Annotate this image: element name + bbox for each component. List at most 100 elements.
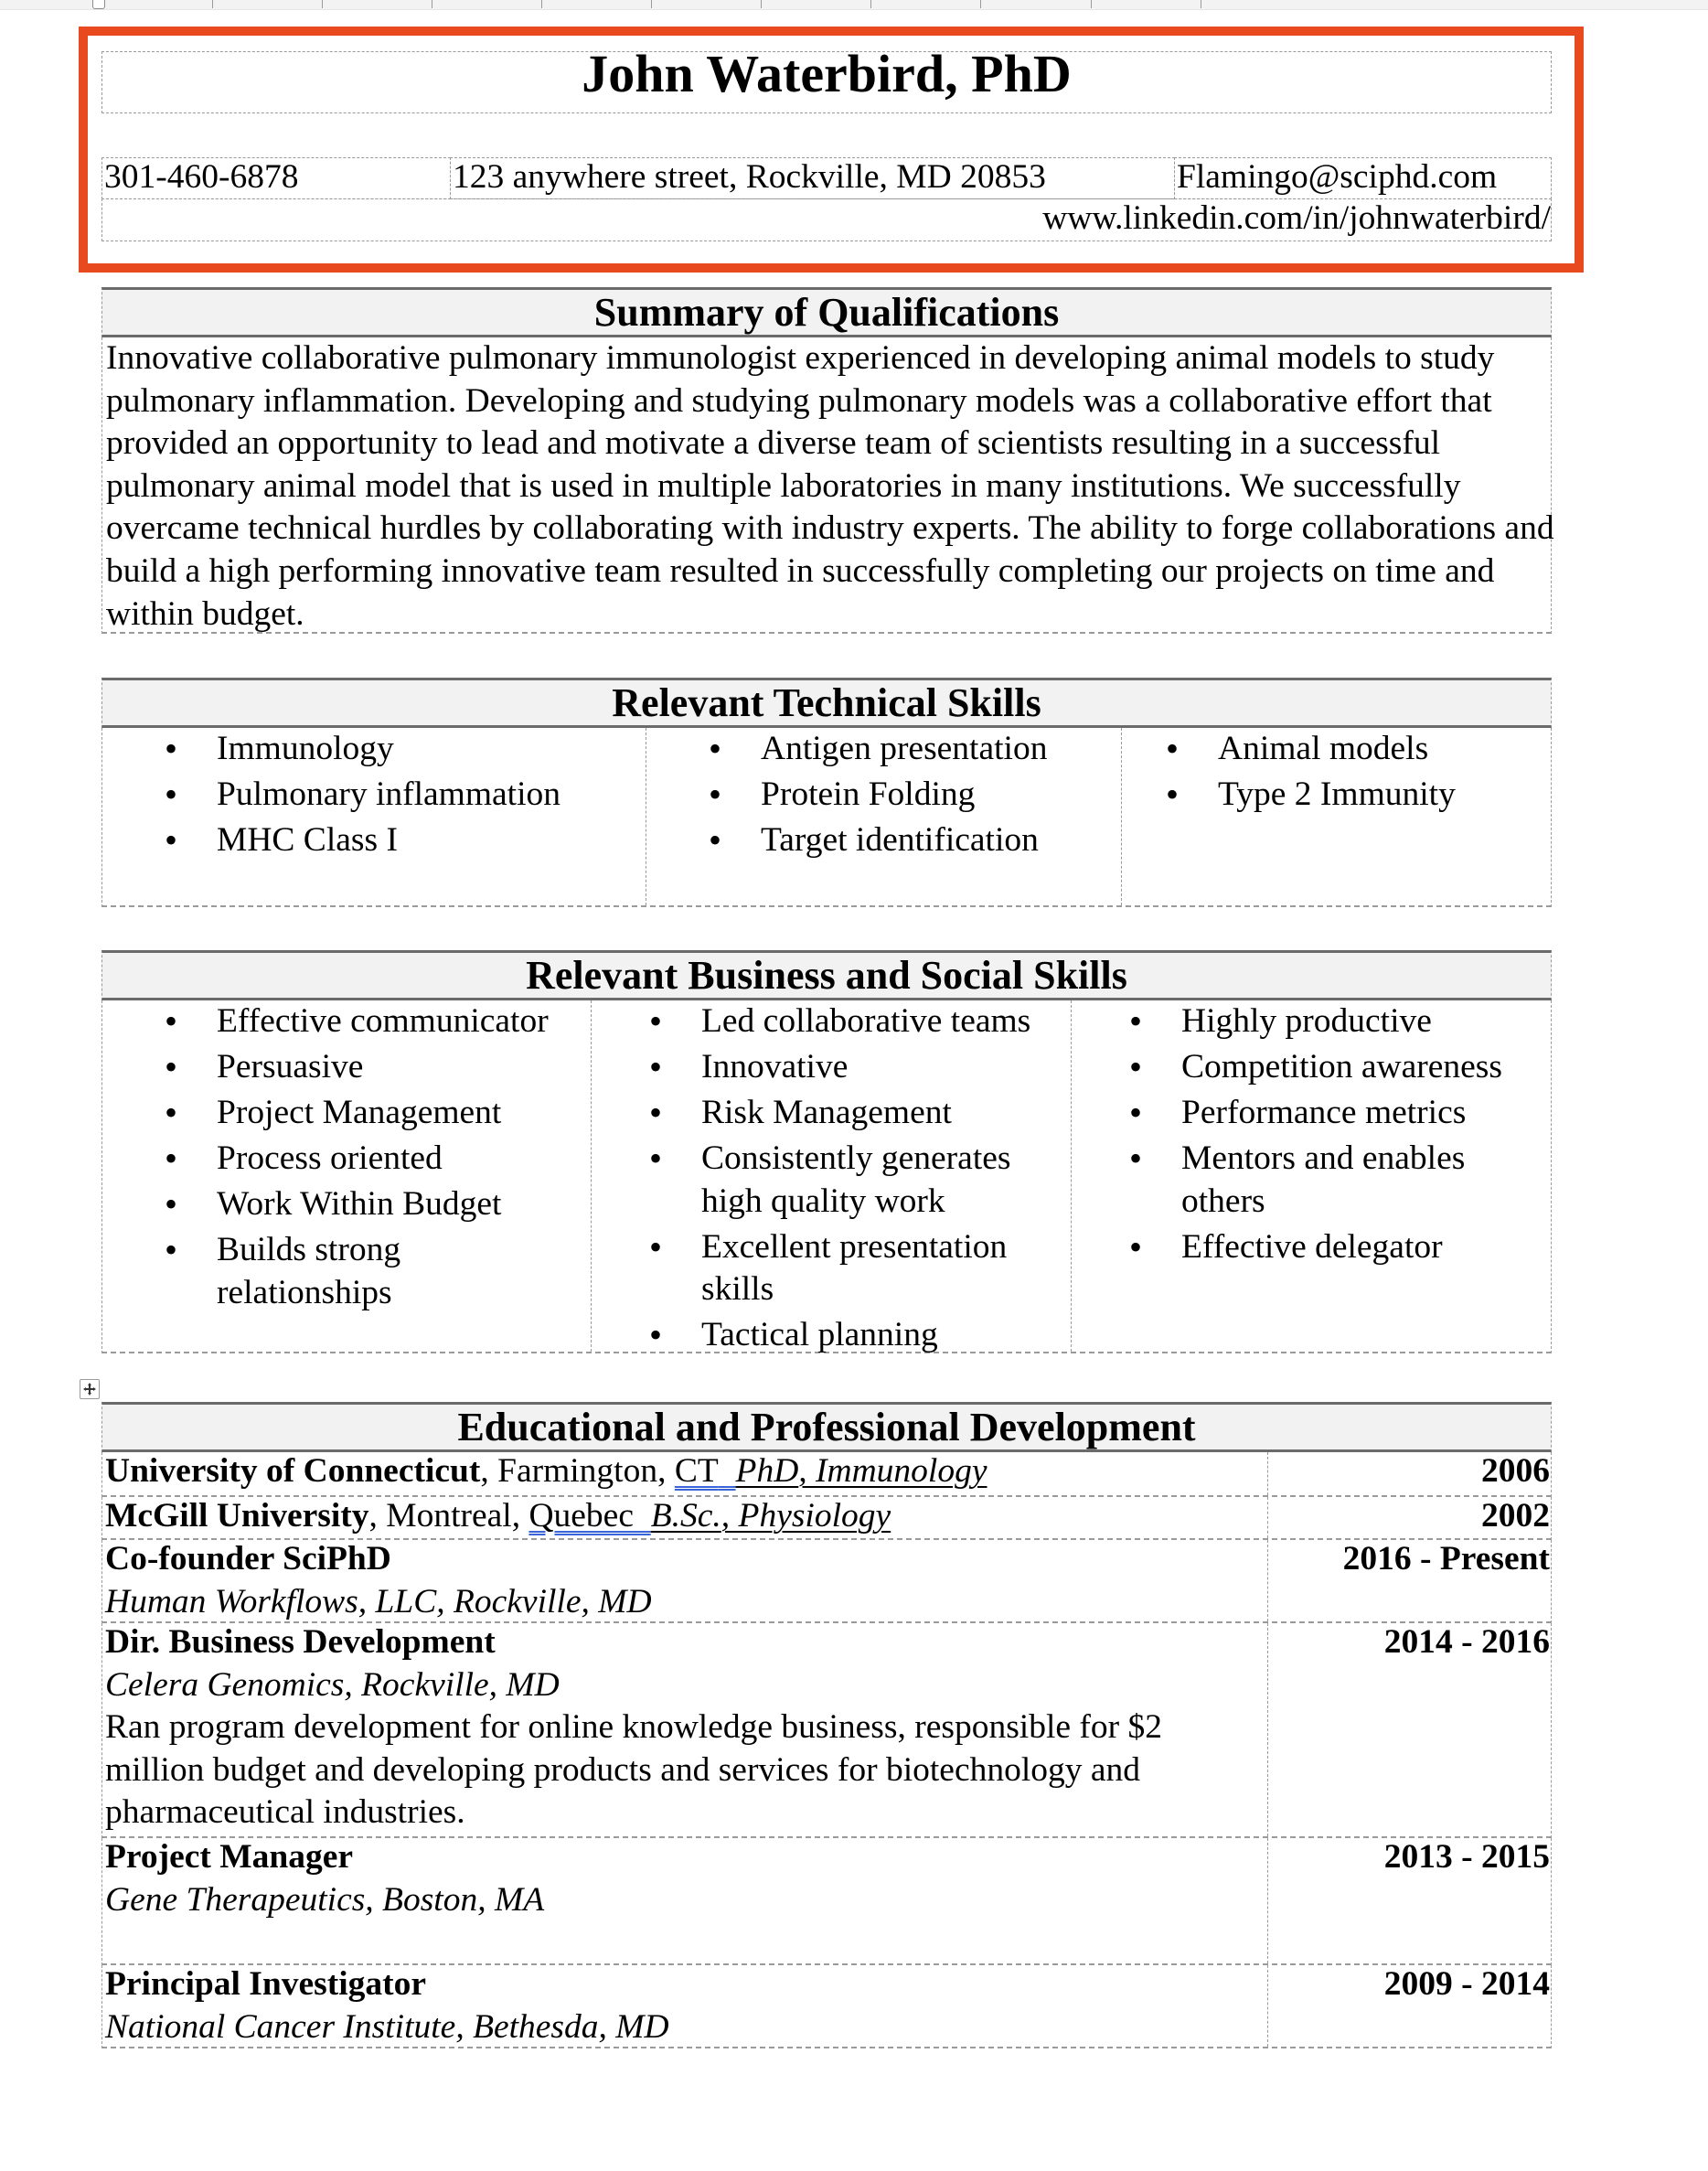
degree-entry: McGill University, Montreal, Quebec B.Sc… xyxy=(105,1495,1262,1538)
position-organization: Celera Genomics, Rockville, MD xyxy=(105,1665,560,1704)
linkedin-url: www.linkedin.com/in/johnwaterbird/ xyxy=(1042,199,1551,237)
education-header: Educational and Professional Development xyxy=(101,1402,1552,1452)
years-cell: 2014 - 2016 xyxy=(1267,1623,1551,1836)
address-cell[interactable]: 123 anywhere street, Rockville, MD 20853 xyxy=(450,157,1175,199)
summary-text: Innovative collaborative pulmonary immun… xyxy=(106,339,1554,633)
skill-item: Effective communicator xyxy=(102,1000,591,1043)
address: 123 anywhere street, Rockville, MD 20853 xyxy=(453,158,1046,196)
technical-skills-column-3: Animal models Type 2 Immunity xyxy=(1121,728,1551,905)
skill-item: Risk Management xyxy=(587,1092,1071,1135)
skill-item: Process oriented xyxy=(102,1138,591,1181)
ruler-tick xyxy=(651,0,652,8)
technical-skills-body[interactable]: Immunology Pulmonary inflammation MHC Cl… xyxy=(101,728,1552,907)
skill-item: Consistently generates high quality work xyxy=(587,1138,1058,1223)
skill-item: Tactical planning xyxy=(587,1314,1071,1357)
technical-skills-column-2: Antigen presentation Protein Folding Tar… xyxy=(646,728,1121,905)
position-entry: Co-founder SciPhD Human Workflows, LLC, … xyxy=(105,1538,1262,1623)
years-cell: 2009 - 2014 xyxy=(1267,1965,1551,2047)
skill-item: Work Within Budget xyxy=(102,1183,591,1226)
position-entry: Project Manager Gene Therapeutics, Bosto… xyxy=(105,1836,1262,1921)
position-title: Dir. Business Development xyxy=(105,1623,496,1661)
education-title: Educational and Professional Development xyxy=(457,1405,1196,1449)
technical-skills-column-1: Immunology Pulmonary inflammation MHC Cl… xyxy=(102,728,646,905)
years-cell: 2013 - 2015 xyxy=(1267,1838,1551,1963)
skill-item: Competition awareness xyxy=(1067,1046,1551,1089)
skill-item: Project Management xyxy=(102,1092,591,1135)
business-skills-column-1: Effective communicator Persuasive Projec… xyxy=(102,1000,591,1352)
ruler-tick xyxy=(322,0,323,8)
skill-item: Antigen presentation xyxy=(646,728,1121,771)
position-entry: Principal Investigator National Cancer I… xyxy=(105,1963,1262,2048)
candidate-name: John Waterbird, PhD xyxy=(582,44,1072,103)
move-arrows-icon xyxy=(83,1383,96,1396)
skill-item: MHC Class I xyxy=(102,819,646,862)
year: 2002 xyxy=(1481,1497,1550,1535)
position-organization: Gene Therapeutics, Boston, MA xyxy=(105,1880,545,1919)
skill-item: Pulmonary inflammation xyxy=(102,774,646,817)
years: 2014 - 2016 xyxy=(1383,1623,1550,1661)
year-cell: 2002 xyxy=(1267,1497,1551,1538)
position-organization: National Cancer Institute, Bethesda, MD xyxy=(105,2007,669,2046)
position-row[interactable]: Principal Investigator National Cancer I… xyxy=(101,1965,1552,2048)
skill-item: Innovative xyxy=(587,1046,1071,1089)
position-organization: Human Workflows, LLC, Rockville, MD xyxy=(105,1582,652,1620)
skill-item: Effective delegator xyxy=(1067,1226,1551,1269)
years: 2013 - 2015 xyxy=(1383,1838,1550,1876)
ruler-tick xyxy=(1091,0,1092,8)
years: 2009 - 2014 xyxy=(1383,1965,1550,2003)
position-row[interactable]: Project Manager Gene Therapeutics, Bosto… xyxy=(101,1838,1552,1965)
ruler-tick xyxy=(980,0,981,8)
business-skills-title: Relevant Business and Social Skills xyxy=(526,953,1127,998)
business-skills-body[interactable]: Effective communicator Persuasive Projec… xyxy=(101,1000,1552,1356)
position-title: Principal Investigator xyxy=(105,1965,427,2003)
ruler-tick xyxy=(761,0,762,8)
degree: PhD xyxy=(735,1452,799,1490)
position-row[interactable]: Dir. Business Development Celera Genomic… xyxy=(101,1623,1552,1838)
linkedin-cell[interactable]: www.linkedin.com/in/johnwaterbird/ xyxy=(101,198,1552,241)
name-cell[interactable]: John Waterbird, PhD xyxy=(101,44,1552,113)
phone-cell[interactable]: 301-460-6878 xyxy=(101,157,451,199)
region: CT xyxy=(674,1452,719,1490)
location: , Montreal, xyxy=(368,1497,529,1535)
skill-item: Immunology xyxy=(102,728,646,771)
degree: B.Sc. xyxy=(650,1497,721,1535)
position-title: Co-founder SciPhD xyxy=(105,1540,391,1577)
skill-item: Performance metrics xyxy=(1067,1092,1551,1135)
business-skills-column-2: Led collaborative teams Innovative Risk … xyxy=(591,1000,1071,1356)
horizontal-ruler[interactable] xyxy=(0,0,1708,10)
education-row[interactable]: McGill University, Montreal, Quebec B.Sc… xyxy=(101,1497,1552,1540)
ruler-tick xyxy=(870,0,871,8)
technical-skills-header: Relevant Technical Skills xyxy=(101,678,1552,728)
skill-item: Persuasive xyxy=(102,1046,591,1089)
institution: McGill University xyxy=(105,1497,369,1535)
skill-item: Mentors and enables others xyxy=(1067,1138,1520,1223)
summary-title: Summary of Qualifications xyxy=(593,290,1060,335)
ruler-tick xyxy=(541,0,542,8)
education-row[interactable]: University of Connecticut, Farmington, C… xyxy=(101,1452,1552,1497)
field: , Immunology xyxy=(798,1452,987,1490)
position-title: Project Manager xyxy=(105,1838,354,1876)
skill-item: Highly productive xyxy=(1067,1000,1551,1043)
years-cell: 2016 - Present xyxy=(1267,1540,1551,1621)
year-cell: 2006 xyxy=(1267,1452,1551,1495)
position-entry: Dir. Business Development Celera Genomic… xyxy=(105,1621,1262,1834)
location: , Farmington, xyxy=(480,1452,675,1490)
skill-item: Protein Folding xyxy=(646,774,1121,817)
skill-item: Excellent presentation skills xyxy=(587,1226,1058,1311)
degree-entry: University of Connecticut, Farmington, C… xyxy=(105,1450,1262,1493)
business-skills-header: Relevant Business and Social Skills xyxy=(101,950,1552,1000)
phone-number: 301-460-6878 xyxy=(104,158,299,196)
position-row[interactable]: Co-founder SciPhD Human Workflows, LLC, … xyxy=(101,1540,1552,1623)
table-move-handle[interactable] xyxy=(80,1379,100,1399)
indent-marker[interactable] xyxy=(92,0,105,9)
year: 2006 xyxy=(1481,1452,1550,1490)
technical-skills-title: Relevant Technical Skills xyxy=(612,680,1041,725)
summary-body[interactable]: Innovative collaborative pulmonary immun… xyxy=(101,337,1554,634)
email-cell[interactable]: Flamingo@sciphd.com xyxy=(1174,157,1552,199)
years: 2016 - Present xyxy=(1342,1540,1550,1577)
institution: University of Connecticut xyxy=(105,1452,481,1490)
skill-item: Target identification xyxy=(646,819,1121,862)
position-description: Ran program development for online knowl… xyxy=(105,1708,1162,1832)
business-skills-column-3: Highly productive Competition awareness … xyxy=(1071,1000,1551,1352)
email: Flamingo@sciphd.com xyxy=(1177,158,1498,196)
